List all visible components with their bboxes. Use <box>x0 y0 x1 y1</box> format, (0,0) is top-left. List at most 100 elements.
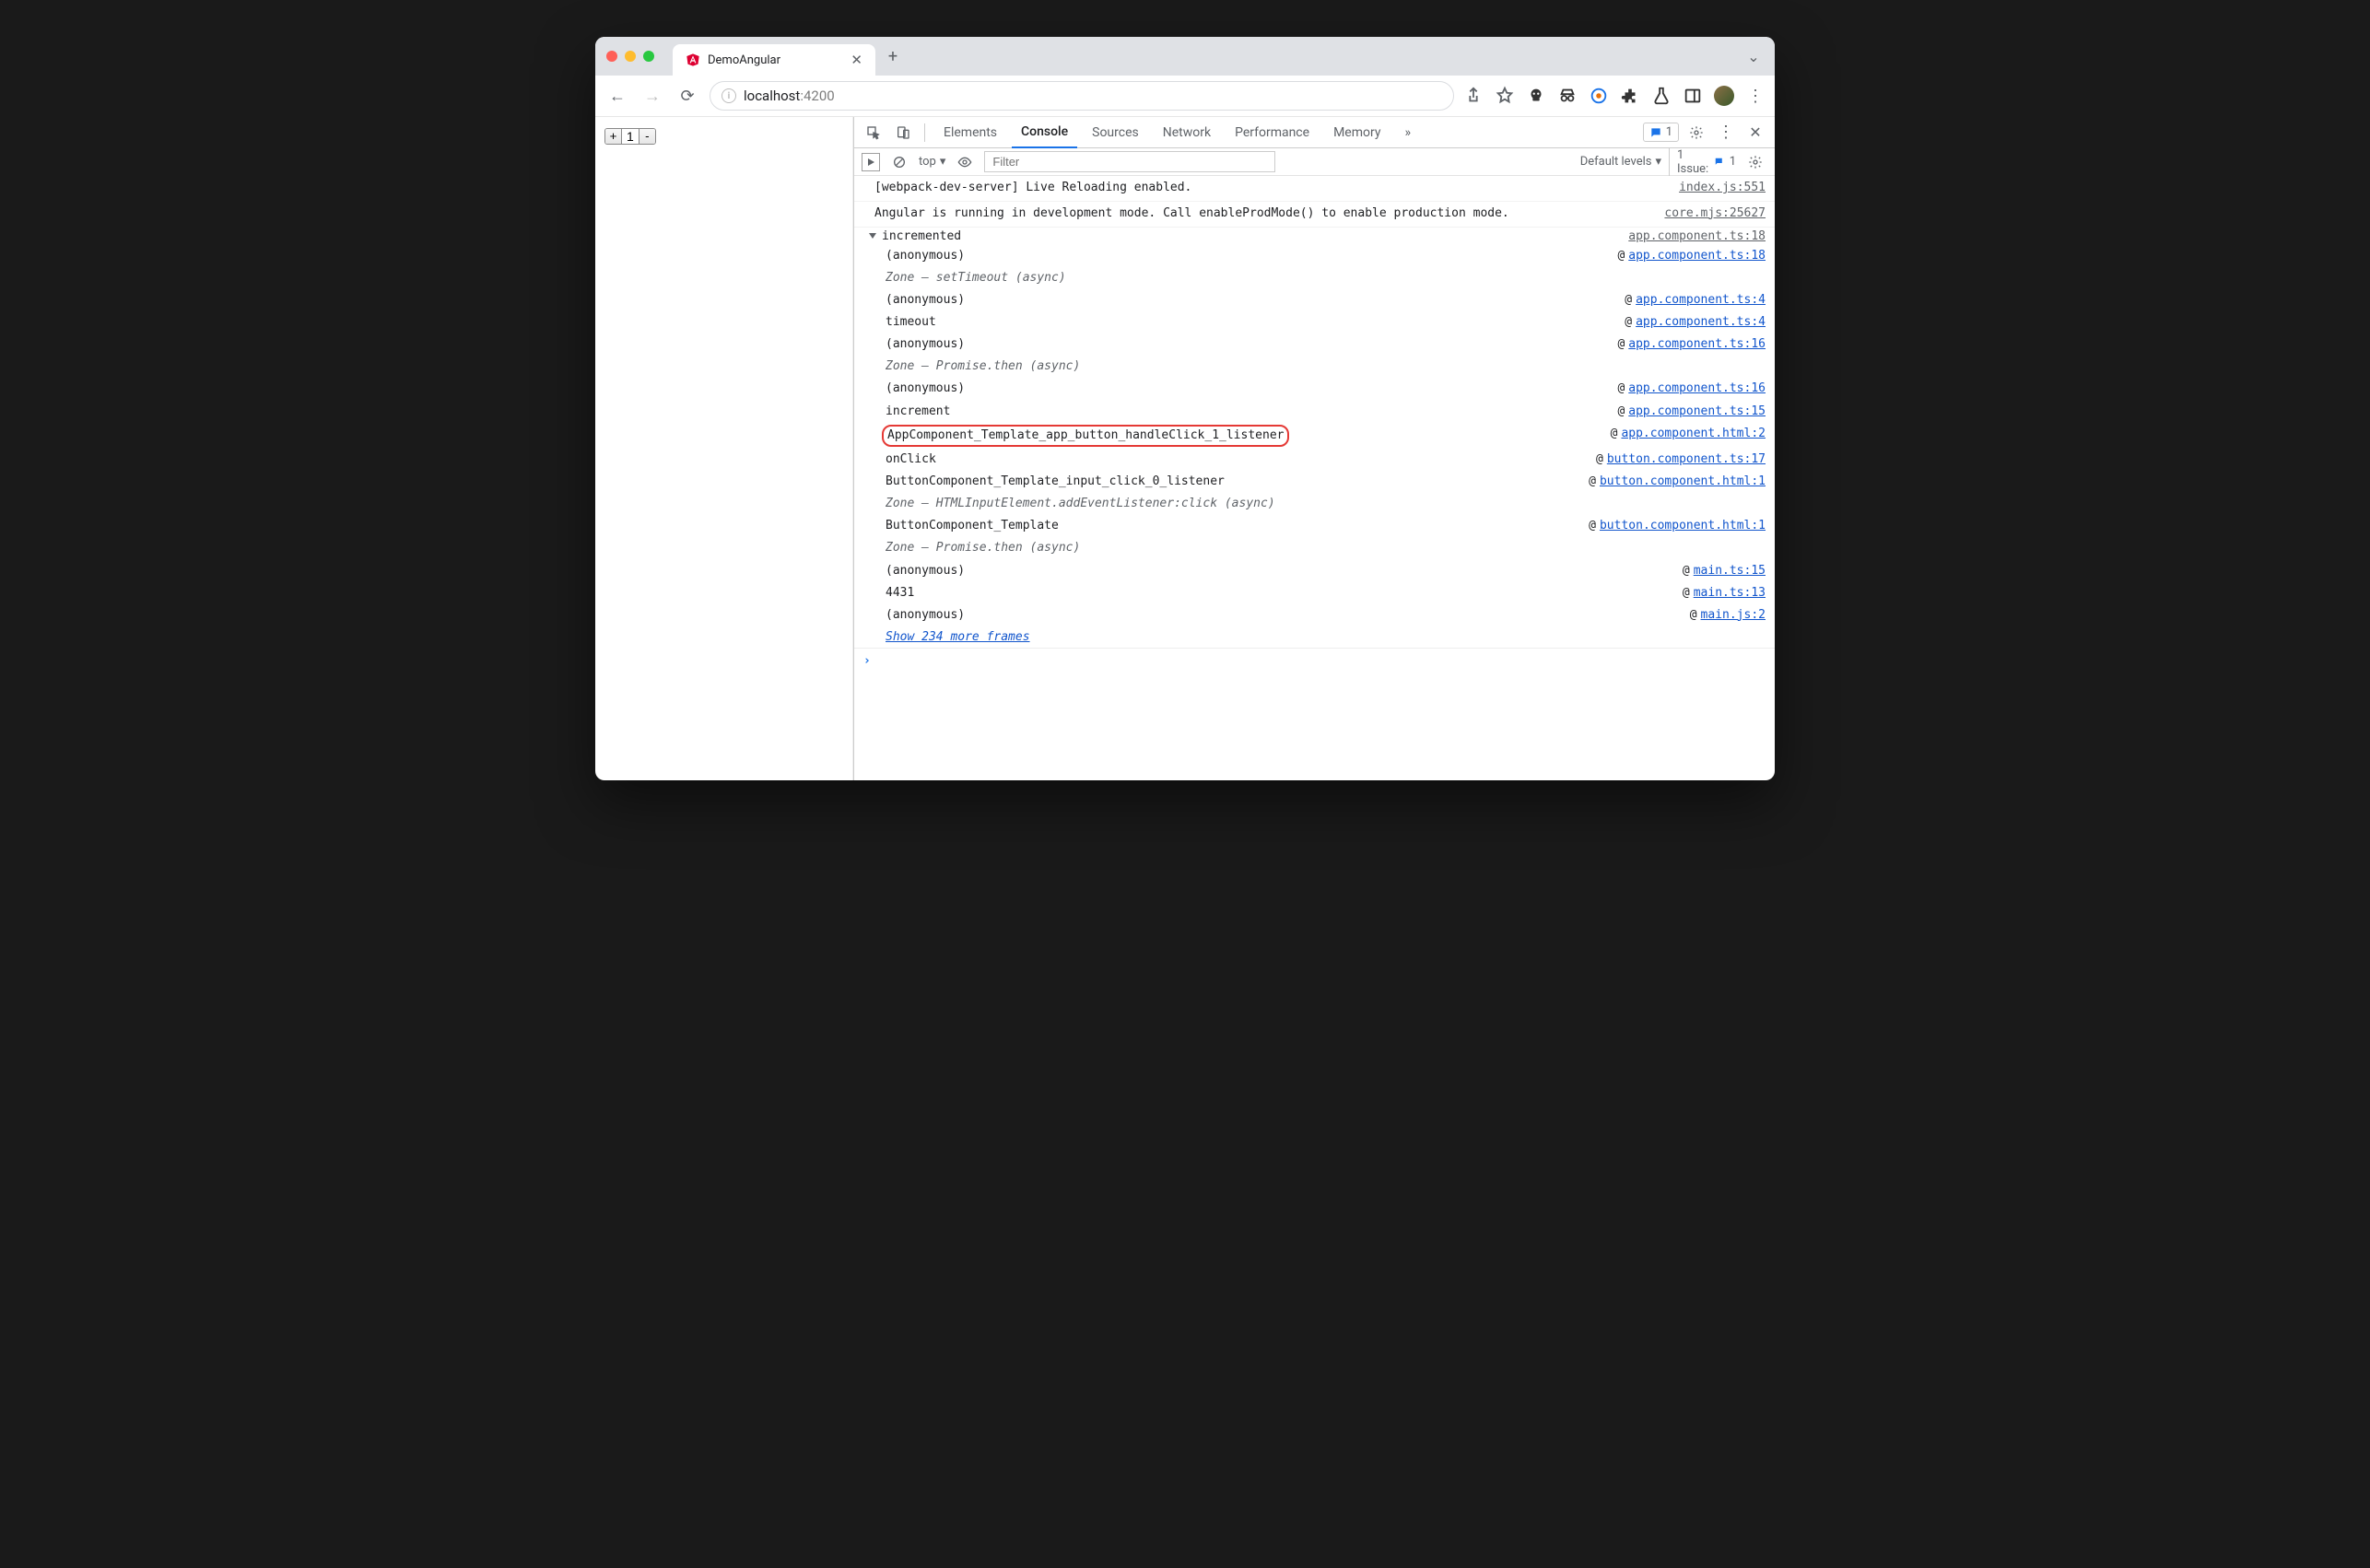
new-tab-button[interactable]: + <box>883 46 903 66</box>
frame-function: (anonymous) <box>886 380 1617 398</box>
maximize-window-button[interactable] <box>643 51 654 62</box>
console-settings-icon[interactable] <box>1743 150 1767 174</box>
page-viewport: + 1 - <box>595 117 853 780</box>
source-link[interactable]: app.component.ts:18 <box>1628 247 1766 265</box>
side-panel-icon[interactable] <box>1683 86 1703 106</box>
tab-console[interactable]: Console <box>1012 117 1077 148</box>
source-link[interactable]: app.component.html:2 <box>1621 425 1766 447</box>
forward-button[interactable]: → <box>639 83 665 109</box>
browser-window: DemoAngular ✕ + ⌄ ← → ⟳ i localhost:4200… <box>595 37 1775 780</box>
back-button[interactable]: ← <box>604 83 630 109</box>
inspect-element-icon[interactable] <box>862 121 886 145</box>
source-link[interactable]: button.component.html:1 <box>1600 473 1766 491</box>
frame-function: Zone — Promise.then (async) <box>886 357 1766 376</box>
source-link[interactable]: app.component.ts:15 <box>1628 403 1766 421</box>
source-link[interactable]: index.js:551 <box>1679 179 1766 198</box>
devtools-menu-icon[interactable]: ⋮ <box>1714 121 1738 145</box>
frame-function: timeout <box>886 313 1625 332</box>
console-sidebar-toggle-icon[interactable] <box>862 153 880 171</box>
counter-value: 1 <box>622 129 639 144</box>
activity-chip[interactable]: 1 <box>1643 123 1679 142</box>
frame-function: (anonymous) <box>886 606 1690 625</box>
stack-frame: (anonymous)@ main.js:2 <box>854 604 1775 626</box>
tab-performance[interactable]: Performance <box>1226 118 1319 147</box>
extensions-icon[interactable] <box>1620 86 1640 106</box>
trace-header[interactable]: incremented app.component.ts:18 <box>854 228 1775 245</box>
source-link[interactable]: app.component.ts:16 <box>1628 335 1766 354</box>
frame-function: 4431 <box>886 584 1683 603</box>
clear-console-icon[interactable] <box>887 150 911 174</box>
devtools-settings-icon[interactable] <box>1684 121 1708 145</box>
disclosure-triangle-icon[interactable] <box>869 233 876 239</box>
frame-function: (anonymous) <box>886 335 1617 354</box>
source-link[interactable]: main.js:2 <box>1701 606 1766 625</box>
site-info-icon[interactable]: i <box>722 88 736 103</box>
source-link[interactable]: button.component.html:1 <box>1600 517 1766 535</box>
tabs-overflow[interactable]: » <box>1395 118 1420 147</box>
frame-function: Zone — setTimeout (async) <box>886 269 1766 287</box>
toolbar-icons: ⋮ <box>1463 86 1766 106</box>
tab-network[interactable]: Network <box>1154 118 1220 147</box>
devtools-panel: Elements Console Sources Network Perform… <box>853 117 1775 780</box>
source-link[interactable]: main.ts:13 <box>1694 584 1766 603</box>
profile-avatar[interactable] <box>1714 86 1734 106</box>
live-expression-icon[interactable] <box>953 150 977 174</box>
tab-elements[interactable]: Elements <box>934 118 1006 147</box>
source-link[interactable]: main.ts:15 <box>1694 562 1766 580</box>
bookmark-star-icon[interactable] <box>1495 86 1515 106</box>
frame-function: onClick <box>886 451 1596 469</box>
show-more-link[interactable]: Show 234 more frames <box>886 630 1030 644</box>
close-window-button[interactable] <box>606 51 617 62</box>
stack-frame: timeout@ app.component.ts:4 <box>854 311 1775 333</box>
frame-function: AppComponent_Template_app_button_handleC… <box>886 425 1611 447</box>
minimize-window-button[interactable] <box>625 51 636 62</box>
share-icon[interactable] <box>1463 86 1484 106</box>
extension-incognito-icon[interactable] <box>1557 86 1578 106</box>
frame-function: increment <box>886 403 1617 421</box>
source-link[interactable]: app.component.ts:18 <box>1628 229 1766 243</box>
tab-memory[interactable]: Memory <box>1324 118 1390 147</box>
content-area: + 1 - Elements Console Sources Network P… <box>595 117 1775 780</box>
stack-frame: Zone — setTimeout (async) <box>854 267 1775 289</box>
frame-function: Zone — Promise.then (async) <box>886 539 1766 557</box>
extension-skull-icon[interactable] <box>1526 86 1546 106</box>
frame-function: (anonymous) <box>886 291 1625 310</box>
address-bar[interactable]: i localhost:4200 <box>710 81 1454 111</box>
browser-tab[interactable]: DemoAngular ✕ <box>673 44 875 76</box>
frame-function: (anonymous) <box>886 247 1617 265</box>
browser-toolbar: ← → ⟳ i localhost:4200 ⋮ <box>595 76 1775 117</box>
log-levels-selector[interactable]: Default levels ▾ <box>1580 155 1661 169</box>
source-link[interactable]: app.component.ts:16 <box>1628 380 1766 398</box>
increment-button[interactable]: + <box>605 129 622 144</box>
source-link[interactable]: app.component.ts:4 <box>1636 291 1766 310</box>
stack-frame: Zone — Promise.then (async) <box>854 356 1775 378</box>
extension-lighthouse-icon[interactable] <box>1589 86 1609 106</box>
source-link[interactable]: button.component.ts:17 <box>1607 451 1766 469</box>
browser-menu-button[interactable]: ⋮ <box>1745 86 1766 106</box>
decrement-button[interactable]: - <box>639 129 655 144</box>
stack-frame: ButtonComponent_Template_input_click_0_l… <box>854 471 1775 493</box>
window-controls <box>606 51 654 62</box>
tab-sources[interactable]: Sources <box>1083 118 1148 147</box>
issues-chip[interactable]: 1 Issue: 1 <box>1669 148 1736 176</box>
console-prompt[interactable]: › <box>854 648 1775 673</box>
show-more-frames: Show 234 more frames <box>854 626 1775 648</box>
close-tab-button[interactable]: ✕ <box>851 52 862 68</box>
tab-title: DemoAngular <box>708 53 780 67</box>
stack-frame: Zone — HTMLInputElement.addEventListener… <box>854 493 1775 515</box>
counter-widget: + 1 - <box>604 128 656 145</box>
tab-strip: DemoAngular ✕ + ⌄ <box>595 37 1775 76</box>
devtools-close-icon[interactable]: ✕ <box>1743 121 1767 145</box>
reload-button[interactable]: ⟳ <box>675 83 700 109</box>
frame-function: (anonymous) <box>886 562 1683 580</box>
device-toggle-icon[interactable] <box>891 121 915 145</box>
console-filter-input[interactable] <box>984 151 1274 172</box>
stack-frame: (anonymous)@ main.ts:15 <box>854 560 1775 582</box>
tabs-dropdown-button[interactable]: ⌄ <box>1743 46 1764 66</box>
source-link[interactable]: app.component.ts:4 <box>1636 313 1766 332</box>
labs-icon[interactable] <box>1651 86 1672 106</box>
devtools-tab-bar: Elements Console Sources Network Perform… <box>854 117 1775 148</box>
stack-frame: onClick@ button.component.ts:17 <box>854 449 1775 471</box>
source-link[interactable]: core.mjs:25627 <box>1664 205 1766 224</box>
context-selector[interactable]: top ▾ <box>919 155 945 169</box>
